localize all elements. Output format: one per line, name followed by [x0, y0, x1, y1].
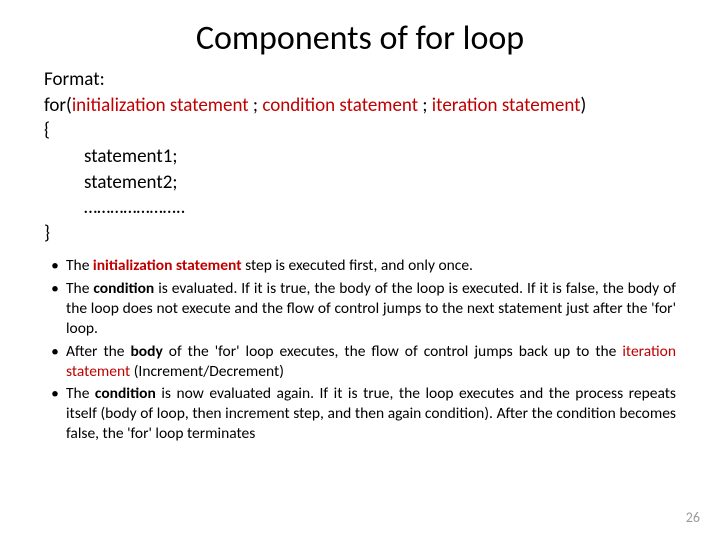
- statement-2: statement2;: [44, 170, 676, 196]
- list-item: • The initialization statement step is e…: [44, 256, 676, 276]
- format-block: Format: for(initialization statement ; c…: [44, 67, 676, 246]
- list-item: • The condition is evaluated. If it is t…: [44, 279, 676, 338]
- brace-close: }: [44, 221, 676, 247]
- bullet-bold: body: [130, 342, 162, 361]
- bullet-text: After the body of the 'for' loop execute…: [66, 342, 676, 382]
- bullet-pre: The: [66, 384, 95, 403]
- statement-1: statement1;: [44, 144, 676, 170]
- bullet-text: The initialization statement step is exe…: [66, 256, 676, 276]
- slide-title: Components of for loop: [0, 0, 720, 67]
- bullet-marker: •: [44, 384, 66, 443]
- cond-statement: condition statement: [262, 94, 418, 117]
- list-item: • The condition is now evaluated again. …: [44, 384, 676, 443]
- sep1: ;: [249, 94, 263, 117]
- bullet-post: is evaluated. If it is true, the body of…: [66, 279, 676, 338]
- bullet-marker: •: [44, 342, 66, 382]
- statement-dots: …………………..: [44, 195, 676, 221]
- brace-open: {: [44, 118, 676, 144]
- init-statement: initialization statement: [72, 94, 249, 117]
- slide: Components of for loop Format: for(initi…: [0, 0, 720, 540]
- for-signature-line: for(initialization statement ; condition…: [44, 93, 676, 119]
- for-suffix: ): [581, 94, 587, 117]
- format-label: Format:: [44, 67, 676, 93]
- bullet-pre: The: [66, 256, 93, 275]
- for-prefix: for(: [44, 94, 72, 117]
- bullet-mid: of the 'for' loop executes, the flow of …: [163, 342, 623, 361]
- bullet-pre: After the: [66, 342, 130, 361]
- bullet-red: initialization statement: [93, 256, 242, 275]
- bullet-post: is now evaluated again. If it is true, t…: [66, 384, 676, 443]
- bullet-marker: •: [44, 256, 66, 276]
- bullet-text: The condition is evaluated. If it is tru…: [66, 279, 676, 338]
- bullet-pre: The: [66, 279, 93, 298]
- bullet-post: step is executed first, and only once.: [242, 256, 473, 275]
- bullet-post: (Increment/Decrement): [130, 362, 284, 381]
- iter-statement: iteration statement: [432, 94, 581, 117]
- page-number: 26: [686, 509, 700, 526]
- slide-content: Format: for(initialization statement ; c…: [0, 67, 720, 444]
- bullet-list: • The initialization statement step is e…: [44, 256, 676, 443]
- bullet-text: The condition is now evaluated again. If…: [66, 384, 676, 443]
- bullet-bold: condition: [95, 384, 156, 403]
- sep2: ;: [418, 94, 432, 117]
- bullet-bold: condition: [93, 279, 154, 298]
- list-item: • After the body of the 'for' loop execu…: [44, 342, 676, 382]
- bullet-marker: •: [44, 279, 66, 338]
